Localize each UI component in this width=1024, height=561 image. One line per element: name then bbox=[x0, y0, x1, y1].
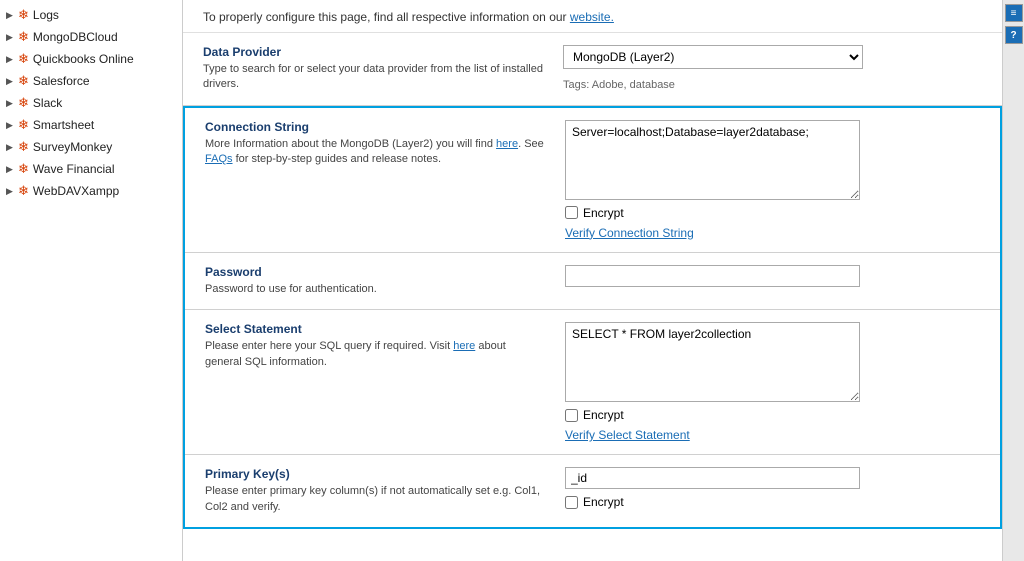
password-row: Password Password to use for authenticat… bbox=[185, 253, 1000, 310]
select-encrypt-checkbox[interactable] bbox=[565, 409, 578, 422]
password-input[interactable] bbox=[565, 265, 860, 287]
connection-string-textarea[interactable]: Server=localhost;Database=layer2database… bbox=[565, 120, 860, 200]
conn-desc-text3: for step-by-step guides and release note… bbox=[233, 153, 442, 165]
slack-icon: ❄ bbox=[18, 95, 29, 111]
question-icon[interactable]: ? bbox=[1005, 26, 1023, 44]
right-panel: ≡ ? bbox=[1002, 0, 1024, 561]
connection-string-label-col: Connection String More Information about… bbox=[205, 120, 565, 168]
sel-desc-text1: Please enter here your SQL query if requ… bbox=[205, 340, 453, 352]
select-encrypt-label: Encrypt bbox=[583, 408, 624, 422]
connection-string-row: Connection String More Information about… bbox=[185, 108, 1000, 253]
password-input-col bbox=[565, 265, 980, 287]
sidebar-item-surveymonkey[interactable]: ▶ ❄ SurveyMonkey bbox=[0, 136, 182, 158]
sidebar-item-label: Slack bbox=[33, 96, 62, 110]
sidebar-item-label: Salesforce bbox=[33, 74, 90, 88]
password-desc: Password to use for authentication. bbox=[205, 282, 545, 297]
primary-key-label: Primary Key(s) bbox=[205, 467, 545, 481]
select-statement-row: Select Statement Please enter here your … bbox=[185, 310, 1000, 455]
sel-here-link[interactable]: here bbox=[453, 340, 475, 352]
sidebar-item-label: Wave Financial bbox=[33, 162, 115, 176]
sidebar-item-label: MongoDBCloud bbox=[33, 30, 118, 44]
primary-key-input[interactable] bbox=[565, 467, 860, 489]
salesforce-icon: ❄ bbox=[18, 73, 29, 89]
arrow-icon: ▶ bbox=[6, 186, 16, 197]
data-provider-input-col: MongoDB (Layer2) Other Option Tags: Adob… bbox=[563, 45, 982, 91]
sidebar-item-quickbooks[interactable]: ▶ ❄ Quickbooks Online bbox=[0, 48, 182, 70]
conn-desc-text2: . See bbox=[518, 138, 544, 150]
sidebar-item-label: SurveyMonkey bbox=[33, 140, 112, 154]
sidebar-item-label: Smartsheet bbox=[33, 118, 94, 132]
primary-key-row: Primary Key(s) Please enter primary key … bbox=[185, 455, 1000, 527]
password-label-col: Password Password to use for authenticat… bbox=[205, 265, 565, 297]
arrow-icon: ▶ bbox=[6, 120, 16, 131]
password-label: Password bbox=[205, 265, 545, 279]
data-provider-label-col: Data Provider Type to search for or sele… bbox=[203, 45, 563, 93]
data-provider-row: Data Provider Type to search for or sele… bbox=[183, 33, 1002, 106]
primary-key-encrypt-checkbox[interactable] bbox=[565, 496, 578, 509]
select-statement-label: Select Statement bbox=[205, 322, 545, 336]
scroll-icon-glyph: ≡ bbox=[1011, 8, 1017, 19]
connection-string-label: Connection String bbox=[205, 120, 545, 134]
conn-here-link[interactable]: here bbox=[496, 138, 518, 150]
website-link[interactable]: website. bbox=[570, 10, 614, 24]
select-statement-desc: Please enter here your SQL query if requ… bbox=[205, 339, 545, 370]
verify-connection-link[interactable]: Verify Connection String bbox=[565, 226, 980, 240]
conn-desc-text1: More Information about the MongoDB (Laye… bbox=[205, 138, 496, 150]
sidebar-item-slack[interactable]: ▶ ❄ Slack bbox=[0, 92, 182, 114]
sidebar-item-salesforce[interactable]: ▶ ❄ Salesforce bbox=[0, 70, 182, 92]
sidebar-item-mongodbcloud[interactable]: ▶ ❄ MongoDBCloud bbox=[0, 26, 182, 48]
tags-text: Tags: Adobe, database bbox=[563, 79, 982, 91]
mongodbcloud-icon: ❄ bbox=[18, 29, 29, 45]
sidebar-item-label: WebDAVXampp bbox=[33, 184, 119, 198]
arrow-icon: ▶ bbox=[6, 164, 16, 175]
select-statement-label-col: Select Statement Please enter here your … bbox=[205, 322, 565, 370]
primary-key-input-col: Encrypt bbox=[565, 467, 980, 509]
sidebar: ▶ ❄ Logs ▶ ❄ MongoDBCloud ▶ ❄ Quickbooks… bbox=[0, 0, 183, 561]
scroll-icon[interactable]: ≡ bbox=[1005, 4, 1023, 22]
info-text: To properly configure this page, find al… bbox=[203, 10, 570, 24]
quickbooks-icon: ❄ bbox=[18, 51, 29, 67]
arrow-icon: ▶ bbox=[6, 98, 16, 109]
logs-icon: ❄ bbox=[18, 7, 29, 23]
sidebar-item-smartsheet[interactable]: ▶ ❄ Smartsheet bbox=[0, 114, 182, 136]
select-encrypt-row: Encrypt bbox=[565, 408, 980, 422]
connection-string-input-col: Server=localhost;Database=layer2database… bbox=[565, 120, 980, 240]
sidebar-item-label: Quickbooks Online bbox=[33, 52, 134, 66]
sidebar-item-logs[interactable]: ▶ ❄ Logs bbox=[0, 4, 182, 26]
verify-select-link[interactable]: Verify Select Statement bbox=[565, 428, 980, 442]
connection-encrypt-label: Encrypt bbox=[583, 206, 624, 220]
select-statement-textarea[interactable]: SELECT * FROM layer2collection bbox=[565, 322, 860, 402]
conn-faqs-link[interactable]: FAQs bbox=[205, 153, 233, 165]
connection-encrypt-checkbox[interactable] bbox=[565, 206, 578, 219]
arrow-icon: ▶ bbox=[6, 32, 16, 43]
wavefinancial-icon: ❄ bbox=[18, 161, 29, 177]
config-section: Connection String More Information about… bbox=[183, 106, 1002, 529]
data-provider-select[interactable]: MongoDB (Layer2) Other Option bbox=[563, 45, 863, 69]
question-icon-glyph: ? bbox=[1010, 30, 1016, 41]
data-provider-desc: Type to search for or select your data p… bbox=[203, 62, 543, 93]
primary-key-desc: Please enter primary key column(s) if no… bbox=[205, 484, 545, 515]
sidebar-item-wavefinancial[interactable]: ▶ ❄ Wave Financial bbox=[0, 158, 182, 180]
primary-key-encrypt-label: Encrypt bbox=[583, 495, 624, 509]
arrow-icon: ▶ bbox=[6, 10, 16, 21]
primary-key-encrypt-row: Encrypt bbox=[565, 495, 980, 509]
arrow-icon: ▶ bbox=[6, 76, 16, 87]
sidebar-item-label: Logs bbox=[33, 8, 59, 22]
smartsheet-icon: ❄ bbox=[18, 117, 29, 133]
sidebar-item-webdavxampp[interactable]: ▶ ❄ WebDAVXampp bbox=[0, 180, 182, 202]
select-statement-input-col: SELECT * FROM layer2collection Encrypt V… bbox=[565, 322, 980, 442]
main-content: To properly configure this page, find al… bbox=[183, 0, 1002, 561]
connection-string-desc: More Information about the MongoDB (Laye… bbox=[205, 137, 545, 168]
webdavxampp-icon: ❄ bbox=[18, 183, 29, 199]
surveymonkey-icon: ❄ bbox=[18, 139, 29, 155]
arrow-icon: ▶ bbox=[6, 142, 16, 153]
primary-key-label-col: Primary Key(s) Please enter primary key … bbox=[205, 467, 565, 515]
arrow-icon: ▶ bbox=[6, 54, 16, 65]
data-provider-label: Data Provider bbox=[203, 45, 543, 59]
info-bar: To properly configure this page, find al… bbox=[183, 0, 1002, 33]
connection-encrypt-row: Encrypt bbox=[565, 206, 980, 220]
